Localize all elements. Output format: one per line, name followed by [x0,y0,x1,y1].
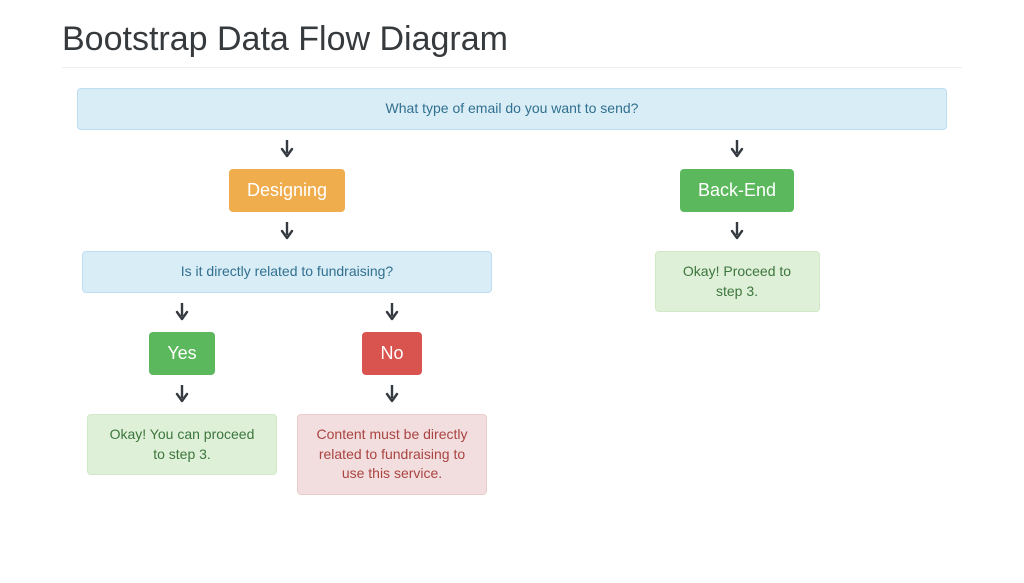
branch-yes: Yes Okay! You can proceed to step 3. [77,293,287,495]
node-no: No [362,332,421,375]
sub-decision-fundraising: Is it directly related to fundraising? [82,251,492,293]
page-title: Bootstrap Data Flow Diagram [62,20,962,59]
result-no: Content must be directly related to fund… [297,414,487,495]
node-yes: Yes [149,332,214,375]
root-decision: What type of email do you want to send? [77,88,947,130]
arrow-down-icon [730,212,744,251]
arrow-down-icon [175,293,189,332]
result-backend: Okay! Proceed to step 3. [655,251,820,312]
flow-diagram: What type of email do you want to send? … [62,88,962,495]
branch-right: Back-End Okay! Proceed to step 3. [527,130,947,495]
arrow-down-icon [385,375,399,414]
arrow-down-icon [730,130,744,169]
title-divider [62,67,962,68]
result-yes: Okay! You can proceed to step 3. [87,414,277,475]
node-backend: Back-End [680,169,794,212]
branch-left: Designing Is it directly related to fund… [77,130,497,495]
arrow-down-icon [385,293,399,332]
arrow-down-icon [280,130,294,169]
arrow-down-icon [175,375,189,414]
branch-no: No Content must be directly related to f… [287,293,497,495]
node-designing: Designing [229,169,345,212]
arrow-down-icon [280,212,294,251]
